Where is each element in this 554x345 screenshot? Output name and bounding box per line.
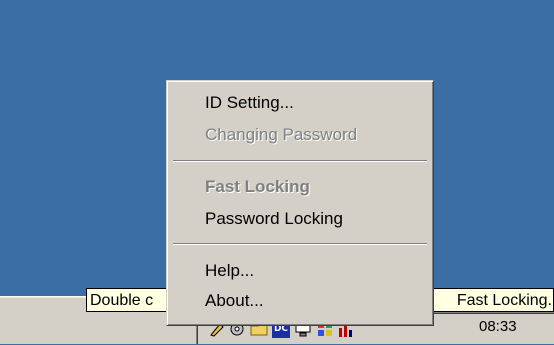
tooltip-text-left: Double c bbox=[90, 292, 154, 309]
menu-separator bbox=[173, 160, 427, 162]
menu-item-label: ID Setting... bbox=[205, 93, 294, 112]
menu-item-label: Help... bbox=[205, 261, 255, 280]
taskbar-clock[interactable]: 08:33 bbox=[479, 318, 517, 335]
menu-item-help[interactable]: Help... bbox=[170, 257, 430, 285]
menu-item-password-locking[interactable]: Password Locking bbox=[170, 205, 430, 233]
menu-item-about[interactable]: About... bbox=[170, 287, 430, 315]
menu-item-label: Password Locking bbox=[205, 209, 343, 228]
menu-item-changing-password: Changing Password bbox=[170, 121, 430, 149]
menu-item-label: About... bbox=[205, 291, 264, 310]
tray-context-menu: ID Setting... Changing Password Fast Loc… bbox=[166, 80, 434, 326]
menu-item-fast-locking: Fast Locking bbox=[170, 173, 430, 201]
menu-item-id-setting[interactable]: ID Setting... bbox=[170, 89, 430, 117]
menu-item-label: Fast Locking bbox=[205, 177, 310, 196]
menu-separator bbox=[173, 243, 427, 245]
menu-item-label: Changing Password bbox=[205, 125, 358, 144]
tooltip-text-right: Fast Locking. bbox=[456, 292, 552, 309]
